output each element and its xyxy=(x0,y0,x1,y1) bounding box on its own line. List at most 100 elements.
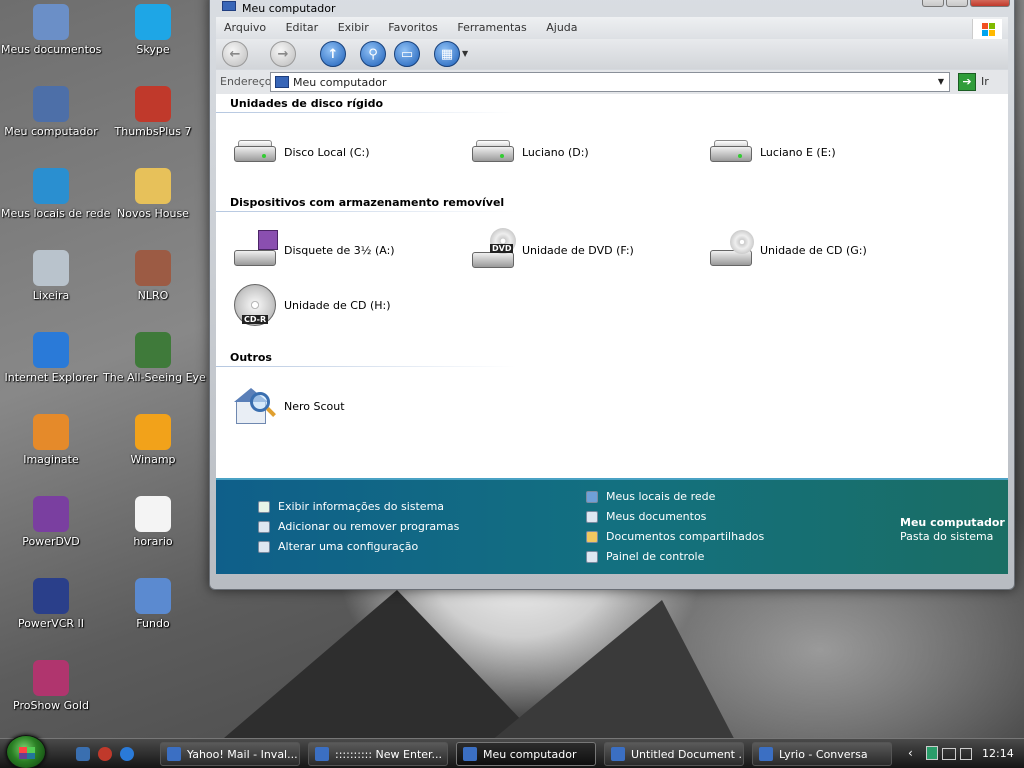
desktop-icon[interactable]: PowerDVD xyxy=(1,496,101,548)
link-network-places[interactable]: Meus locais de rede xyxy=(586,490,715,503)
up-folder-icon[interactable]: ↑ xyxy=(320,41,346,67)
volume-icon[interactable] xyxy=(960,748,972,760)
desktop-icon[interactable]: Meus documentos xyxy=(1,4,101,56)
desktop-icon-label: Internet Explorer xyxy=(4,371,98,384)
menu-ferramentas[interactable]: Ferramentas xyxy=(449,17,534,38)
add-remove-icon xyxy=(258,520,270,533)
link-control-panel[interactable]: Painel de controle xyxy=(586,550,704,563)
network-icon xyxy=(33,168,69,204)
desktop-icon[interactable]: Lixeira xyxy=(1,250,101,302)
link-my-documents[interactable]: Meus documentos xyxy=(586,510,706,523)
taskbar-button[interactable]: Meu computador xyxy=(456,742,596,766)
desktop-icon-label: Meus locais de rede xyxy=(1,207,111,220)
desktop-icon[interactable]: Internet Explorer xyxy=(1,332,101,384)
drive-item[interactable]: Disquete de 3½ (A:) xyxy=(232,230,395,270)
explorer-window[interactable]: Meu computador Arquivo Editar Exibir Fav… xyxy=(209,0,1015,590)
task-add-remove[interactable]: Adicionar ou remover programas xyxy=(258,520,459,533)
chevron-left-icon[interactable]: ‹ xyxy=(908,746,913,760)
opera-icon[interactable] xyxy=(98,747,112,761)
desktop-icon-label: horario xyxy=(133,535,173,548)
views-dropdown-icon[interactable]: ▼ xyxy=(462,49,468,58)
desktop-icon[interactable]: ThumbsPlus 7 xyxy=(103,86,203,138)
address-input[interactable]: Meu computador ▼ xyxy=(270,72,950,92)
desktop-icon[interactable]: ProShow Gold xyxy=(1,660,101,712)
task-label: Painel de controle xyxy=(606,550,705,563)
task-change-setting[interactable]: Alterar uma configuração xyxy=(258,540,418,553)
menu-arquivo[interactable]: Arquivo xyxy=(216,17,274,38)
window-icon xyxy=(759,747,773,761)
menu-favoritos[interactable]: Favoritos xyxy=(380,17,446,38)
task-label: Exibir informações do sistema xyxy=(278,500,445,513)
tray-app-icon[interactable] xyxy=(926,746,938,760)
search-icon[interactable]: ⚲ xyxy=(360,41,386,67)
desktop-icon[interactable]: NLRO xyxy=(103,250,203,302)
folders-icon[interactable]: ▭ xyxy=(394,41,420,67)
maximize-button[interactable] xyxy=(946,0,968,7)
chevron-down-icon[interactable]: ▼ xyxy=(933,73,949,91)
control-panel-icon xyxy=(586,550,598,563)
group-divider xyxy=(216,112,516,113)
desktop-icon[interactable]: The All-Seeing Eye xyxy=(103,332,206,384)
desktop-icon[interactable]: horario xyxy=(103,496,203,548)
drive-item[interactable]: Unidade de CD (G:) xyxy=(708,230,867,270)
desktop-icon[interactable]: Meu computador xyxy=(1,86,101,138)
winamp-icon xyxy=(135,414,171,450)
taskbar-button[interactable]: Yahoo! Mail - Inval... xyxy=(160,742,300,766)
wallpaper-shape xyxy=(210,590,550,750)
desktop-icon-label: Novos House xyxy=(117,207,189,220)
group-others: Outros xyxy=(230,351,272,364)
hard-drive-icon xyxy=(708,138,754,166)
desktop-icon[interactable]: Novos House xyxy=(103,168,203,220)
eye-icon xyxy=(135,332,171,368)
menu-editar[interactable]: Editar xyxy=(278,17,327,38)
drive-label: Disquete de 3½ (A:) xyxy=(284,243,395,257)
taskbar-button-label: Yahoo! Mail - Inval... xyxy=(187,747,298,761)
taskbar-button[interactable]: Lyrio - Conversa xyxy=(752,742,892,766)
menu-bar: Arquivo Editar Exibir Favoritos Ferramen… xyxy=(216,17,1008,41)
desktop-icon-label: The All-Seeing Eye xyxy=(103,371,206,384)
desktop-icon[interactable]: Winamp xyxy=(103,414,203,466)
dvd-tag: DVD xyxy=(490,244,514,253)
drive-item[interactable]: CD-R Unidade de CD (H:) xyxy=(232,282,391,328)
documents-icon xyxy=(33,4,69,40)
task-system-info[interactable]: Exibir informações do sistema xyxy=(258,500,444,513)
task-pane: Exibir informações do sistema Adicionar … xyxy=(216,478,1008,574)
task-label: Documentos compartilhados xyxy=(606,530,765,543)
start-button[interactable] xyxy=(6,735,46,768)
computer-icon xyxy=(33,86,69,122)
taskbar-button[interactable]: Untitled Document ... xyxy=(604,742,744,766)
drive-item[interactable]: DVD Unidade de DVD (F:) xyxy=(470,228,634,272)
windows-logo-icon xyxy=(19,747,35,759)
cd-r-disc-icon: CD-R xyxy=(232,282,278,328)
desktop-icon[interactable]: Meus locais de rede xyxy=(1,168,111,220)
show-desktop-icon[interactable] xyxy=(76,747,90,761)
views-icon[interactable]: ▦ xyxy=(434,41,460,67)
ie-icon[interactable] xyxy=(120,747,134,761)
drive-item[interactable]: Luciano E (E:) xyxy=(708,138,836,166)
desktop-icon[interactable]: PowerVCR II xyxy=(1,578,101,630)
link-shared-documents[interactable]: Documentos compartilhados xyxy=(586,530,764,543)
forward-icon[interactable]: → xyxy=(270,41,296,67)
taskbar-button[interactable]: :::::::::: New Enter... xyxy=(308,742,448,766)
menu-ajuda[interactable]: Ajuda xyxy=(538,17,585,38)
desktop-icon[interactable]: Skype xyxy=(103,4,203,56)
title-bar[interactable]: Meu computador xyxy=(210,0,1014,15)
close-button[interactable] xyxy=(970,0,1010,7)
drive-item[interactable]: Disco Local (C:) xyxy=(232,138,370,166)
minimize-button[interactable] xyxy=(922,0,944,7)
desktop-icon-label: Imaginate xyxy=(23,453,79,466)
taskbar: Yahoo! Mail - Inval...:::::::::: New Ent… xyxy=(0,735,1024,768)
nero-scout-item[interactable]: Nero Scout xyxy=(232,384,345,428)
go-arrow-icon[interactable]: ➔ xyxy=(958,73,976,91)
desktop-icon[interactable]: Imaginate xyxy=(1,414,101,466)
go-button-label[interactable]: Ir xyxy=(981,75,989,88)
network-tray-icon[interactable] xyxy=(942,748,956,760)
cd-r-tag: CD-R xyxy=(242,315,269,324)
back-icon[interactable]: ← xyxy=(222,41,248,67)
drive-item[interactable]: Luciano (D:) xyxy=(470,138,589,166)
desktop-icon[interactable]: Fundo xyxy=(103,578,203,630)
wallpaper-shape xyxy=(480,600,740,750)
menu-exibir[interactable]: Exibir xyxy=(330,17,377,38)
clock[interactable]: 12:14 xyxy=(982,747,1014,760)
desktop-icon-label: ProShow Gold xyxy=(13,699,89,712)
